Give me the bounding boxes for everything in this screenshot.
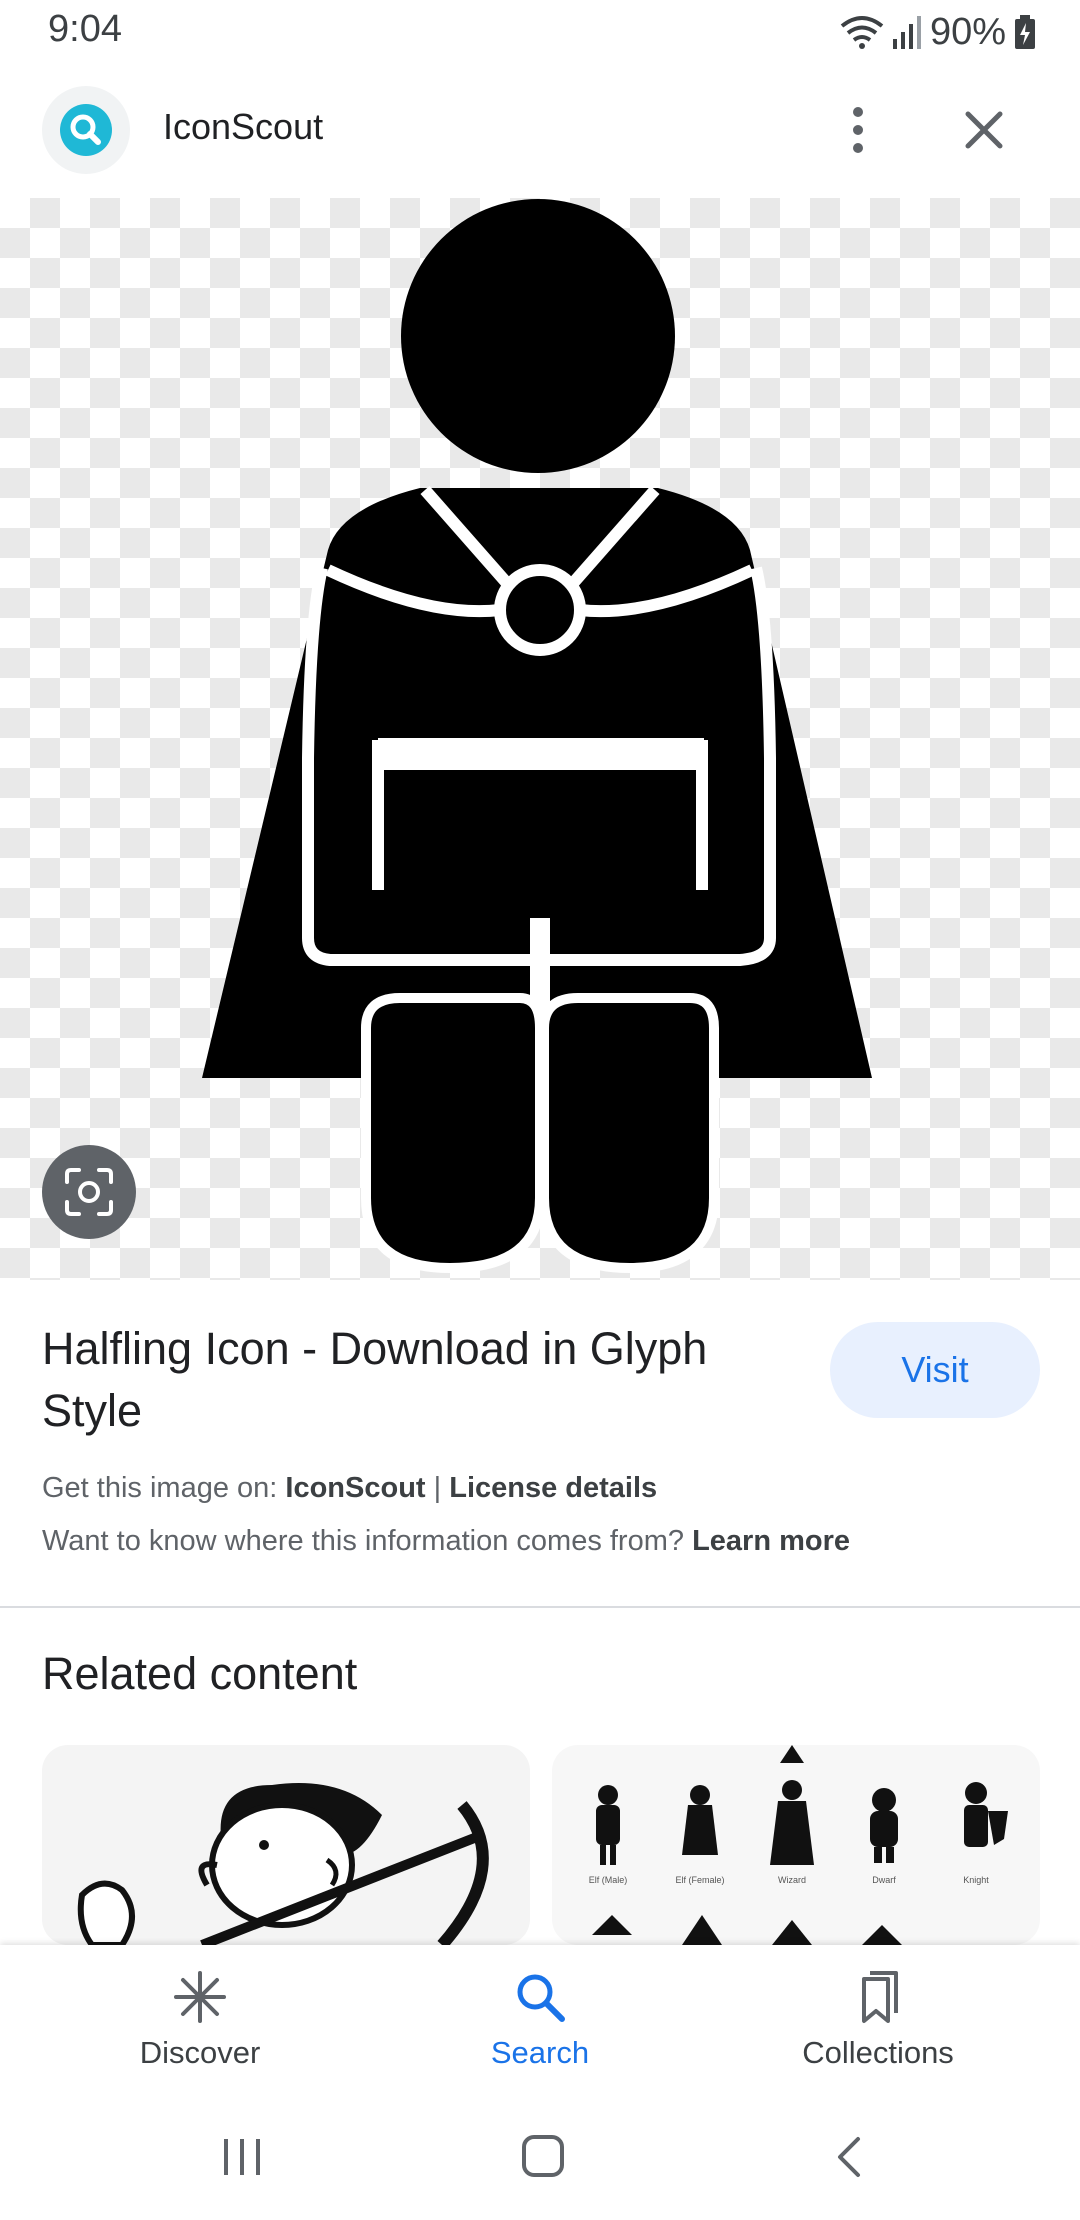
- result-image[interactable]: [0, 198, 1080, 1280]
- caption-knight: Knight: [963, 1875, 989, 1885]
- bottom-navigation: Discover Search Collections: [0, 1945, 1080, 2095]
- info-line: Want to know where this information come…: [42, 1525, 850, 1558]
- related-card-halfling-archer[interactable]: [42, 1745, 530, 1945]
- section-divider: [0, 1606, 1080, 1608]
- status-time: 9:04: [48, 8, 122, 50]
- license-details-link[interactable]: License details: [449, 1472, 657, 1504]
- fantasy-characters-thumbnail: Elf (Male) Elf (Female) Wizard Dwarf Kni…: [589, 1745, 1008, 1945]
- wifi-icon: [840, 16, 884, 49]
- lens-search-button[interactable]: [42, 1145, 136, 1239]
- info-question: Want to know where this information come…: [42, 1525, 685, 1557]
- caption-dwarf: Dwarf: [872, 1875, 896, 1885]
- nav-discover[interactable]: Discover: [70, 1945, 330, 2095]
- battery-percent: 90%: [929, 10, 1006, 53]
- asterisk-icon: [174, 1971, 226, 2023]
- more-vert-icon: [853, 107, 863, 153]
- related-heading: Related content: [42, 1648, 358, 1699]
- app-icon: [42, 86, 130, 174]
- bookmarks-icon: [862, 1971, 898, 2023]
- home-icon[interactable]: [520, 2133, 566, 2179]
- halfling-archer-thumbnail: [77, 1783, 489, 1945]
- learn-more-link[interactable]: Learn more: [692, 1525, 850, 1557]
- nav-collections[interactable]: Collections: [748, 1945, 1008, 2095]
- close-button[interactable]: [960, 106, 1008, 154]
- nav-search[interactable]: Search: [410, 1945, 670, 2095]
- caption-wizard: Wizard: [778, 1875, 806, 1885]
- visit-button[interactable]: Visit: [830, 1322, 1040, 1418]
- close-icon: [965, 111, 1003, 149]
- nav-collections-label: Collections: [802, 2035, 954, 2070]
- system-navigation-bar: [0, 2095, 1080, 2220]
- status-icons: 90%: [840, 8, 1036, 56]
- app-title: IconScout: [163, 106, 324, 147]
- magnifier-icon: [60, 104, 112, 156]
- source-line: Get this image on: IconScout | License d…: [42, 1472, 657, 1505]
- halfling-glyph-image: [202, 199, 872, 1274]
- nav-search-label: Search: [490, 2035, 590, 2070]
- recent-apps-icon[interactable]: [220, 2135, 264, 2179]
- more-options-button[interactable]: [838, 100, 878, 160]
- signal-icon: [892, 16, 921, 49]
- source-prefix: Get this image on:: [42, 1472, 278, 1504]
- caption-elf-female: Elf (Female): [675, 1875, 724, 1885]
- related-card-fantasy-characters[interactable]: Elf (Male) Elf (Female) Wizard Dwarf Kni…: [552, 1745, 1040, 1945]
- search-icon: [517, 1974, 565, 2022]
- caption-elf-male: Elf (Male): [589, 1875, 628, 1885]
- back-icon[interactable]: [828, 2135, 872, 2179]
- nav-discover-label: Discover: [139, 2035, 261, 2070]
- source-link[interactable]: IconScout: [285, 1472, 425, 1504]
- source-separator: |: [433, 1472, 442, 1504]
- lens-icon: [65, 1168, 113, 1216]
- battery-charging-icon: [1015, 15, 1035, 49]
- result-title: Halfling Icon - Download in Glyph Style: [42, 1323, 708, 1436]
